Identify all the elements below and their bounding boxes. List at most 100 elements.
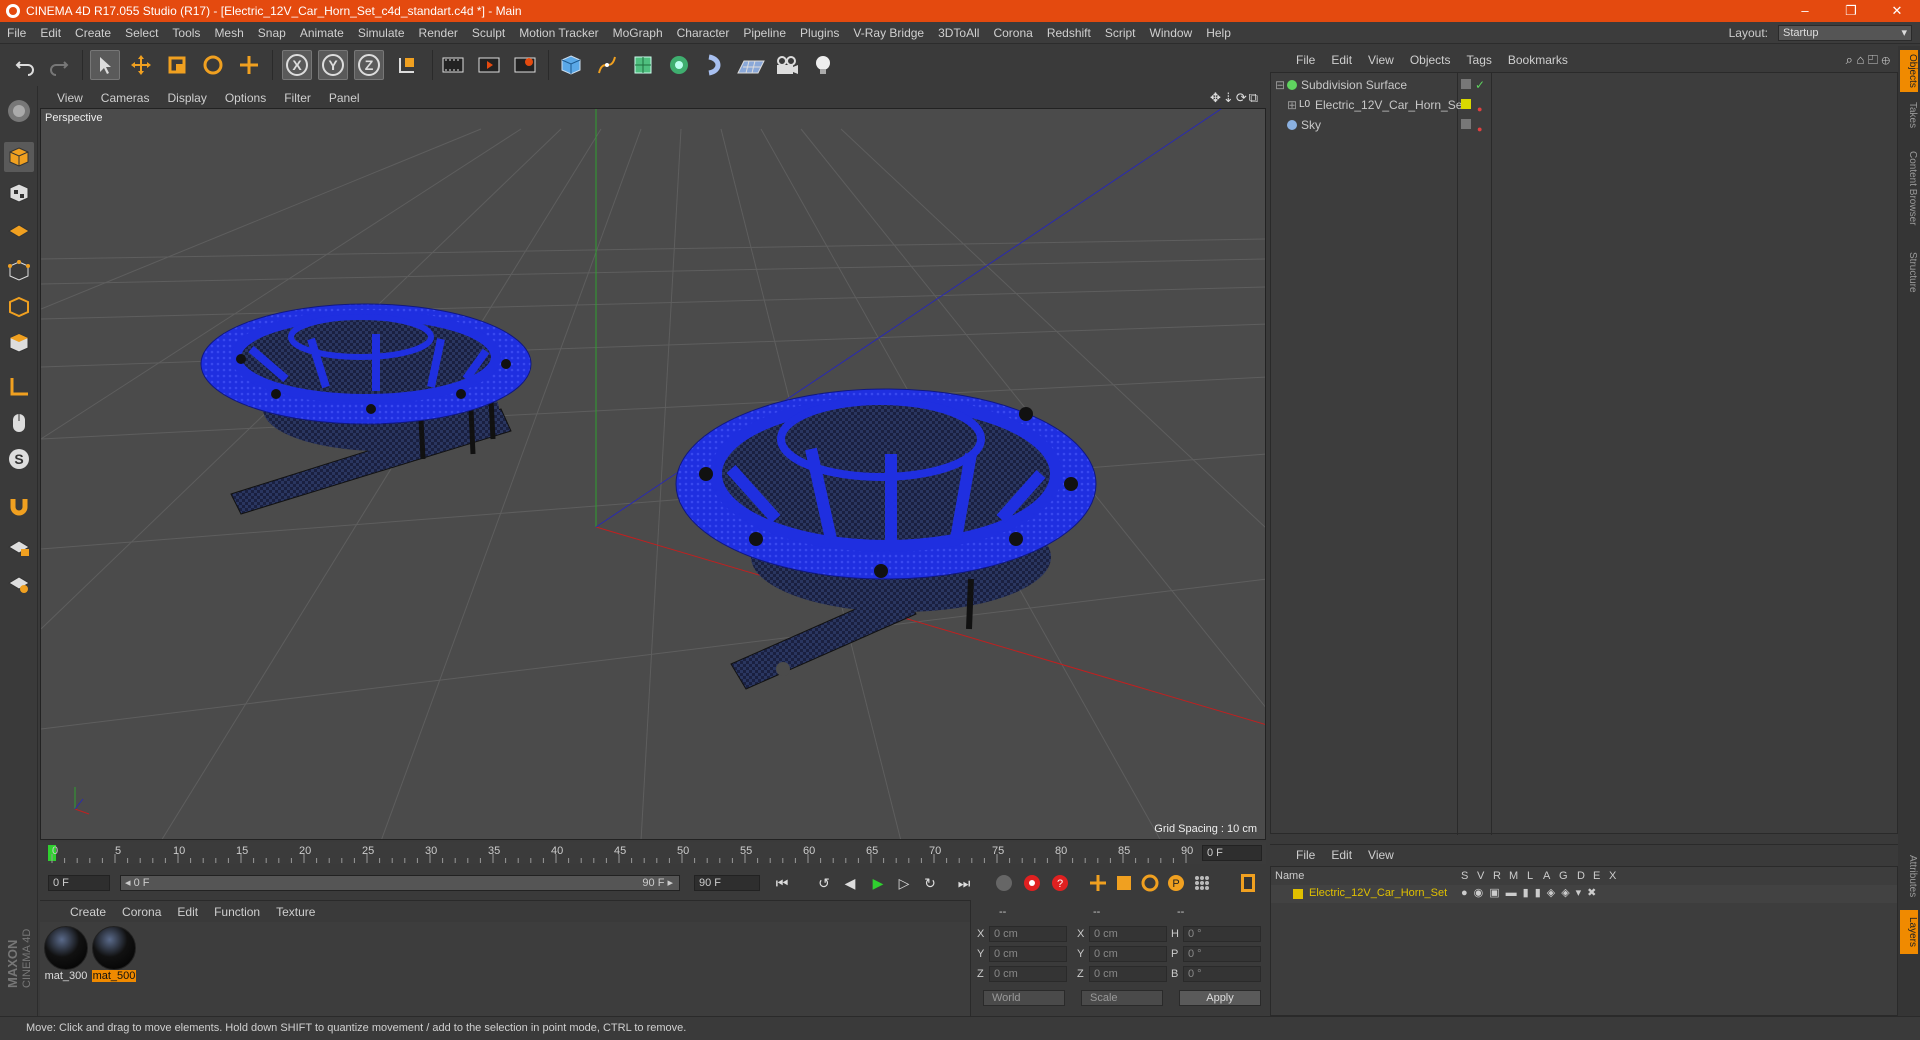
keyframe-selection-icon[interactable]: ? xyxy=(1048,872,1072,894)
minimize-button[interactable]: – xyxy=(1782,0,1828,22)
move-icon[interactable] xyxy=(126,50,156,80)
menu-plugins[interactable]: Plugins xyxy=(793,26,846,40)
tweak-mode-icon[interactable] xyxy=(4,408,34,438)
layer-header-render[interactable]: R xyxy=(1493,870,1501,882)
enabled-check-icon[interactable]: ✓ xyxy=(1475,75,1485,95)
rotate-icon[interactable] xyxy=(198,50,228,80)
end-frame-field[interactable]: 90 F xyxy=(694,875,760,891)
start-frame-field[interactable]: 0 F xyxy=(48,875,110,891)
viewport-menu-filter[interactable]: Filter xyxy=(275,91,320,105)
scale-icon[interactable] xyxy=(162,50,192,80)
y-axis-icon[interactable]: Y xyxy=(318,50,348,80)
side-tab-content-browser[interactable]: Content Browser xyxy=(1900,138,1918,238)
menu-select[interactable]: Select xyxy=(118,26,165,40)
key-rotation-icon[interactable] xyxy=(1138,872,1162,894)
menu-animate[interactable]: Animate xyxy=(293,26,351,40)
objects-menu-tags[interactable]: Tags xyxy=(1459,53,1500,67)
deformer-icon[interactable] xyxy=(700,50,730,80)
previous-key-button[interactable]: ↺ xyxy=(812,872,836,894)
cube-icon[interactable] xyxy=(556,50,586,80)
layer-header-view[interactable]: V xyxy=(1477,870,1484,882)
z-axis-icon[interactable]: Z xyxy=(354,50,384,80)
layer-header-manager[interactable]: M xyxy=(1509,870,1518,882)
menu-redshift[interactable]: Redshift xyxy=(1040,26,1098,40)
texture-mode-icon[interactable] xyxy=(4,178,34,208)
rot-p-field[interactable]: 0 ° xyxy=(1183,946,1261,962)
size-y-field[interactable]: 0 cm xyxy=(1089,946,1167,962)
editor-visibility-toggle[interactable] xyxy=(1461,79,1471,89)
points-mode-icon[interactable] xyxy=(4,256,34,286)
layers-menu-view[interactable]: View xyxy=(1360,848,1402,862)
menu-sculpt[interactable]: Sculpt xyxy=(465,26,512,40)
key-pla-icon[interactable] xyxy=(1190,872,1214,894)
objects-menu-objects[interactable]: Objects xyxy=(1402,53,1459,67)
edges-mode-icon[interactable] xyxy=(4,292,34,322)
visibility-dots-icon[interactable]: ● xyxy=(1477,119,1482,139)
size-z-field[interactable]: 0 cm xyxy=(1089,966,1167,982)
layer-header-xref[interactable]: X xyxy=(1609,870,1616,882)
viewport-navigation-icons[interactable]: ✥⇣⟳⧉ xyxy=(1210,90,1260,106)
side-tab-takes[interactable]: Takes xyxy=(1900,98,1918,132)
menu-corona[interactable]: Corona xyxy=(986,26,1039,40)
pos-y-field[interactable]: 0 cm xyxy=(989,946,1067,962)
subdivision-icon[interactable] xyxy=(628,50,658,80)
layers-menu-file[interactable]: File xyxy=(1288,848,1323,862)
material-menu-texture[interactable]: Texture xyxy=(268,905,323,919)
current-frame-field[interactable]: 0 F xyxy=(1202,845,1262,861)
apply-button[interactable]: Apply xyxy=(1179,990,1261,1006)
record-keys-icon[interactable] xyxy=(992,872,1016,894)
previous-frame-button[interactable]: ◀ xyxy=(838,872,862,894)
object-row[interactable]: Sky ● xyxy=(1271,115,1897,135)
layer-header-generators[interactable]: G xyxy=(1559,870,1568,882)
undo-icon[interactable] xyxy=(10,50,40,80)
menu-tools[interactable]: Tools xyxy=(165,26,207,40)
layer-row[interactable]: Electric_12V_Car_Horn_Set ●◉▣▬▮▮◈◈▾✖ xyxy=(1271,885,1897,903)
lock-workplane-icon[interactable] xyxy=(4,532,34,562)
snap-icon[interactable]: S xyxy=(4,444,34,474)
render-view-icon[interactable] xyxy=(438,50,468,80)
side-tab-objects[interactable]: Objects xyxy=(1900,50,1918,92)
key-parameter-icon[interactable]: P xyxy=(1164,872,1188,894)
viewport-menu-view[interactable]: View xyxy=(48,91,92,105)
layer-header-expressions[interactable]: E xyxy=(1593,870,1600,882)
camera-icon[interactable] xyxy=(772,50,802,80)
menu-window[interactable]: Window xyxy=(1143,26,1200,40)
auto-keying-icon[interactable] xyxy=(1020,872,1044,894)
menu-snap[interactable]: Snap xyxy=(251,26,293,40)
menu-edit[interactable]: Edit xyxy=(33,26,68,40)
size-mode-dropdown[interactable]: Scale xyxy=(1081,990,1163,1006)
material-menu-create[interactable]: Create xyxy=(62,905,114,919)
object-manager-search-icon[interactable]: ⌕ ⌂ ◰ ⊕ xyxy=(1846,52,1890,68)
coordinate-system-icon[interactable] xyxy=(392,50,422,80)
size-x-field[interactable]: 0 cm xyxy=(1089,926,1167,942)
menu-help[interactable]: Help xyxy=(1199,26,1238,40)
objects-menu-file[interactable]: File xyxy=(1288,53,1323,67)
redo-icon[interactable] xyxy=(44,50,74,80)
objects-menu-bookmarks[interactable]: Bookmarks xyxy=(1500,53,1576,67)
layer-color-tag[interactable] xyxy=(1461,99,1471,109)
viewport-menu-options[interactable]: Options xyxy=(216,91,275,105)
layer-header-deformers[interactable]: D xyxy=(1577,870,1585,882)
layer-header-solo[interactable]: S xyxy=(1461,870,1468,882)
x-axis-icon[interactable]: X xyxy=(282,50,312,80)
menu-mograph[interactable]: MoGraph xyxy=(606,26,670,40)
coordinate-mode-dropdown[interactable]: World xyxy=(983,990,1065,1006)
light-icon[interactable] xyxy=(808,50,838,80)
side-tab-attributes[interactable]: Attributes xyxy=(1900,846,1918,906)
floor-icon[interactable] xyxy=(736,50,766,80)
material-swatch[interactable]: mat_300 xyxy=(44,926,88,986)
viewport-menu-panel[interactable]: Panel xyxy=(320,91,369,105)
polygons-mode-icon[interactable] xyxy=(4,328,34,358)
car-horn-left[interactable] xyxy=(200,303,532,515)
menu-motion-tracker[interactable]: Motion Tracker xyxy=(512,26,605,40)
layer-color-swatch[interactable] xyxy=(1293,889,1303,899)
menu-file[interactable]: File xyxy=(0,26,33,40)
render-picture-viewer-icon[interactable] xyxy=(474,50,504,80)
key-position-icon[interactable] xyxy=(1086,872,1110,894)
perspective-viewport[interactable]: Perspective Grid Spacing : 10 cm xyxy=(40,108,1266,840)
go-to-start-button[interactable]: ⏮ xyxy=(770,872,794,894)
menu-pipeline[interactable]: Pipeline xyxy=(736,26,793,40)
edit-render-settings-icon[interactable] xyxy=(510,50,540,80)
model-mode-icon[interactable] xyxy=(4,142,34,172)
object-row[interactable]: ⊞ L0 Electric_12V_Car_Horn_Set ● xyxy=(1271,95,1897,115)
